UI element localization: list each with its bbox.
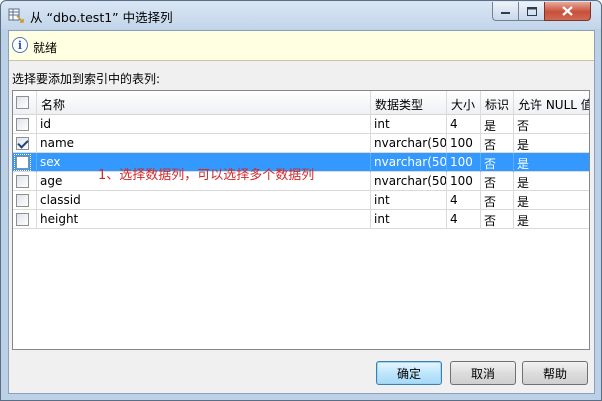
minimize-button[interactable] [492, 2, 519, 21]
table-row[interactable]: id int 4 是否 [13, 115, 589, 134]
cell-identity: 是 [481, 115, 514, 134]
minimize-icon [501, 12, 510, 14]
header-size[interactable]: 大小 [447, 91, 481, 115]
row-checkbox[interactable] [16, 137, 29, 150]
table-row[interactable]: height int 4 否是 [13, 210, 589, 229]
info-icon: i [12, 37, 28, 53]
cell-name: classid [37, 191, 371, 210]
cell-size: 4 [447, 115, 481, 134]
cell-name: name [37, 134, 371, 153]
cell-checkbox [13, 134, 37, 153]
cell-allow-null: 是 [517, 176, 530, 190]
cell-checkbox [13, 191, 37, 210]
cell-size: 4 [447, 210, 481, 229]
cell-identity: 否 [481, 153, 514, 172]
cell-size: 100 [447, 134, 481, 153]
cell-name: id [37, 115, 371, 134]
table-columns-icon [8, 8, 24, 23]
maximize-button[interactable] [518, 2, 545, 21]
cell-allow-null: 是 [517, 157, 530, 171]
annotation-text: 1、选择数据列，可以选择多个数据列 [98, 168, 315, 183]
close-icon [562, 6, 573, 16]
cell-allow-null: 是 [517, 138, 530, 152]
row-checkbox[interactable] [16, 213, 29, 226]
cell-identity: 否 [481, 210, 514, 229]
cell-identity: 否 [481, 172, 514, 191]
header-name[interactable]: 名称 [37, 91, 371, 115]
title-bar[interactable]: 从 “dbo.test1” 中选择列 [1, 1, 601, 29]
cell-name: height [37, 210, 371, 229]
header-allow-null[interactable]: 允许 NULL 值 [514, 91, 589, 115]
cancel-button[interactable]: 取消 [450, 361, 516, 385]
status-infobar: i 就绪 [9, 31, 594, 61]
row-checkbox[interactable] [16, 118, 29, 131]
cell-checkbox [13, 115, 37, 134]
header-checkbox-cell [13, 91, 37, 115]
cell-data-type: nvarchar(50) [371, 153, 447, 172]
table-row[interactable]: name nvarchar(50) 100 否是 [13, 134, 589, 153]
dialog-client-area: i 就绪 选择要添加到索引中的表列: 名称 数据类型 大小 标识 允许 NULL… [8, 30, 595, 394]
cell-allow-null: 是 [517, 214, 530, 228]
cell-checkbox [13, 153, 37, 172]
status-text: 就绪 [33, 41, 58, 55]
prompt-label: 选择要添加到索引中的表列: [12, 72, 161, 86]
cell-checkbox [13, 210, 37, 229]
select-all-checkbox[interactable] [16, 96, 29, 109]
row-checkbox[interactable] [14, 154, 31, 171]
header-data-type[interactable]: 数据类型 [371, 91, 447, 115]
cell-data-type: int [371, 115, 447, 134]
cell-allow-null: 否 [517, 119, 530, 133]
cell-size: 100 [447, 153, 481, 172]
dialog-window: 从 “dbo.test1” 中选择列 i 就绪 选择要添加到索引中的表列: 名称… [0, 0, 602, 401]
window-title: 从 “dbo.test1” 中选择列 [30, 10, 173, 25]
cell-identity: 否 [481, 134, 514, 153]
cell-data-type: int [371, 210, 447, 229]
cell-data-type: nvarchar(50) [371, 134, 447, 153]
cell-checkbox [13, 172, 37, 191]
columns-grid: 名称 数据类型 大小 标识 允许 NULL 值 id int 4 是否 name nvar… [12, 90, 590, 350]
grid-header: 名称 数据类型 大小 标识 允许 NULL 值 [13, 91, 589, 115]
cell-identity: 否 [481, 191, 514, 210]
ok-button[interactable]: 确定 [376, 361, 442, 385]
cell-data-type: nvarchar(50) [371, 172, 447, 191]
close-button[interactable] [544, 2, 591, 21]
table-row[interactable]: classid int 4 否是 [13, 191, 589, 210]
maximize-icon [526, 6, 537, 16]
cell-allow-null: 是 [517, 195, 530, 209]
help-button[interactable]: 帮助 [522, 361, 588, 385]
row-checkbox[interactable] [16, 175, 29, 188]
header-identity[interactable]: 标识 [481, 91, 514, 115]
cell-data-type: int [371, 191, 447, 210]
row-checkbox[interactable] [16, 194, 29, 207]
cell-size: 4 [447, 191, 481, 210]
cell-size: 100 [447, 172, 481, 191]
